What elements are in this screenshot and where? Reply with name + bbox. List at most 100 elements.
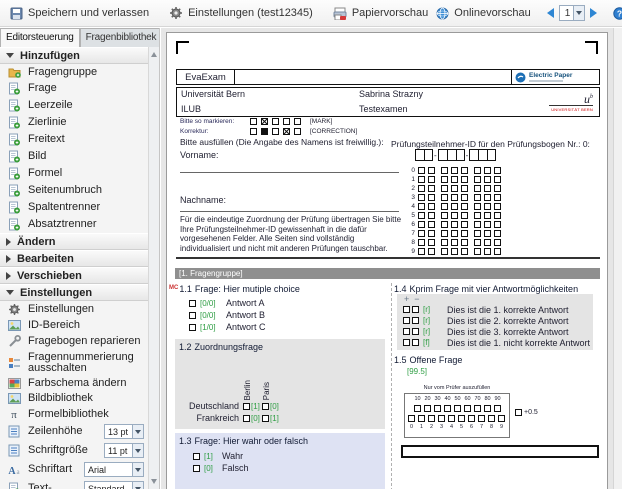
id-checkbox[interactable]: [461, 239, 468, 246]
answer-row[interactable]: [0/0]Antwort B: [169, 309, 385, 321]
id-checkbox[interactable]: [494, 203, 501, 210]
question-1-2[interactable]: 1.2 Zuordnungsfrage BerlinParisDeutschla…: [175, 339, 385, 429]
id-checkbox[interactable]: [484, 212, 491, 219]
grader-checkbox[interactable]: [488, 415, 495, 422]
grader-checkbox[interactable]: [448, 415, 455, 422]
id-checkbox[interactable]: [474, 221, 481, 228]
bonus-checkbox[interactable]: [515, 409, 522, 416]
grader-checkbox[interactable]: [438, 415, 445, 422]
id-checkbox[interactable]: [441, 239, 448, 246]
sidebar-item-zeilenh-he[interactable]: Zeilenhöhe13 pt: [0, 422, 148, 441]
sidebar-item-einstellungen[interactable]: Einstellungen: [0, 301, 148, 318]
sidebar-item-zierlinie[interactable]: Zierlinie: [0, 114, 148, 131]
id-checkbox[interactable]: [428, 176, 435, 183]
question-1-3[interactable]: 1.3 Frage: Hier wahr oder falsch [1]Wahr…: [175, 433, 385, 489]
online-preview-button[interactable]: Onlinevorschau: [432, 5, 534, 22]
grader-checkbox[interactable]: [468, 415, 475, 422]
answer-checkbox[interactable]: [412, 306, 419, 313]
section-einstellungen[interactable]: Einstellungen: [0, 284, 148, 301]
next-page-button[interactable]: [590, 8, 597, 18]
id-checkbox[interactable]: [441, 248, 448, 255]
sidebar-item-schriftart[interactable]: AaSchriftartArial: [0, 460, 148, 479]
sidebar-item-formel[interactable]: Formel: [0, 165, 148, 182]
id-checkbox[interactable]: [418, 176, 425, 183]
match-checkbox[interactable]: [262, 415, 269, 422]
id-write-box[interactable]: [456, 149, 465, 161]
answer-row[interactable]: [0/0]Antwort A: [169, 297, 385, 309]
grader-checkbox[interactable]: [414, 405, 421, 412]
question-1-5[interactable]: 1.5 Offene Frage: [394, 355, 462, 365]
answer-checkbox[interactable]: [403, 339, 410, 346]
id-write-box[interactable]: [424, 149, 433, 161]
id-checkbox[interactable]: [418, 248, 425, 255]
tab-editorsteuerung[interactable]: Editorsteuerung: [0, 28, 80, 47]
id-checkbox[interactable]: [451, 167, 458, 174]
answer-checkbox[interactable]: [412, 339, 419, 346]
grader-checkbox[interactable]: [418, 415, 425, 422]
grader-checkbox[interactable]: [474, 405, 481, 412]
sidebar-item-bild[interactable]: Bild: [0, 148, 148, 165]
answer-row[interactable]: [1/0]Antwort C: [169, 321, 385, 333]
id-checkbox[interactable]: [418, 221, 425, 228]
paper-preview-button[interactable]: Papiervorschau: [329, 5, 432, 22]
id-write-box[interactable]: [447, 149, 456, 161]
first-name-field[interactable]: [180, 172, 399, 173]
id-write-box[interactable]: [487, 149, 496, 161]
id-checkbox[interactable]: [441, 185, 448, 192]
id-checkbox[interactable]: [428, 167, 435, 174]
grader-checkbox[interactable]: [464, 405, 471, 412]
id-checkbox[interactable]: [484, 248, 491, 255]
id-checkbox[interactable]: [461, 248, 468, 255]
question-1-4[interactable]: 1.4 Kprim Frage mit vier Antwortmöglichk…: [394, 284, 600, 294]
sidebar-item-leerzeile[interactable]: Leerzeile: [0, 97, 148, 114]
grader-checkbox[interactable]: [458, 415, 465, 422]
id-checkbox[interactable]: [451, 185, 458, 192]
sidebar-item-formelbibliothek[interactable]: πFormelbibliothek: [0, 406, 148, 422]
grader-checkbox[interactable]: [484, 405, 491, 412]
id-checkbox[interactable]: [451, 194, 458, 201]
grader-checkbox[interactable]: [498, 415, 505, 422]
id-checkbox[interactable]: [494, 239, 501, 246]
sidebar-item-freitext[interactable]: Freitext: [0, 131, 148, 148]
main-scrollbar[interactable]: [613, 28, 622, 489]
answer-row[interactable]: [r]Dies ist die 2. korrekte Antwort: [403, 315, 593, 326]
grader-checkbox[interactable]: [408, 415, 415, 422]
id-checkbox[interactable]: [428, 185, 435, 192]
sidebar-item-schriftgr-e[interactable]: Schriftgröße11 pt: [0, 441, 148, 460]
sidebar-item-seitenumbruch[interactable]: Seitenumbruch: [0, 182, 148, 199]
id-checkbox[interactable]: [418, 194, 425, 201]
id-checkbox[interactable]: [428, 230, 435, 237]
match-checkbox[interactable]: [243, 415, 250, 422]
id-checkbox[interactable]: [461, 185, 468, 192]
help-button[interactable]: ? Hilfe: [609, 5, 622, 22]
id-checkbox[interactable]: [451, 212, 458, 219]
id-checkbox[interactable]: [418, 239, 425, 246]
answer-row[interactable]: [r]Dies ist die 1. korrekte Antwort: [403, 304, 593, 315]
match-checkbox[interactable]: [262, 403, 269, 410]
id-checkbox[interactable]: [474, 230, 481, 237]
answer-checkbox[interactable]: [412, 328, 419, 335]
sidebar-item-frage[interactable]: Frage: [0, 80, 148, 97]
sidebar-item-bildbibliothek[interactable]: Bildbibliothek: [0, 391, 148, 406]
id-checkbox[interactable]: [484, 203, 491, 210]
sidebar-item-fragebogen-reparieren[interactable]: Fragebogen reparieren: [0, 333, 148, 350]
id-checkbox[interactable]: [494, 185, 501, 192]
id-checkbox[interactable]: [428, 203, 435, 210]
id-checkbox[interactable]: [418, 167, 425, 174]
q12-row[interactable]: Frankreich[0][1]: [179, 412, 385, 424]
section-bearbeiten[interactable]: Bearbeiten: [0, 250, 148, 267]
id-checkbox[interactable]: [451, 176, 458, 183]
scroll-up-icon[interactable]: [151, 52, 157, 57]
id-checkbox[interactable]: [494, 212, 501, 219]
grader-checkbox[interactable]: [444, 405, 451, 412]
id-checkbox[interactable]: [451, 230, 458, 237]
sidebar-item-id-bereich[interactable]: ID-Bereich: [0, 318, 148, 333]
schriftgr-e-select[interactable]: 11 pt: [104, 443, 144, 458]
sidebar-item-fragengruppe[interactable]: Fragengruppe: [0, 64, 148, 80]
answer-checkbox[interactable]: [189, 300, 196, 307]
answer-checkbox[interactable]: [403, 317, 410, 324]
id-checkbox[interactable]: [474, 212, 481, 219]
grader-checkbox[interactable]: [454, 405, 461, 412]
sidebar-scrollbar[interactable]: [148, 47, 159, 489]
schriftart-select[interactable]: Arial: [84, 462, 144, 477]
